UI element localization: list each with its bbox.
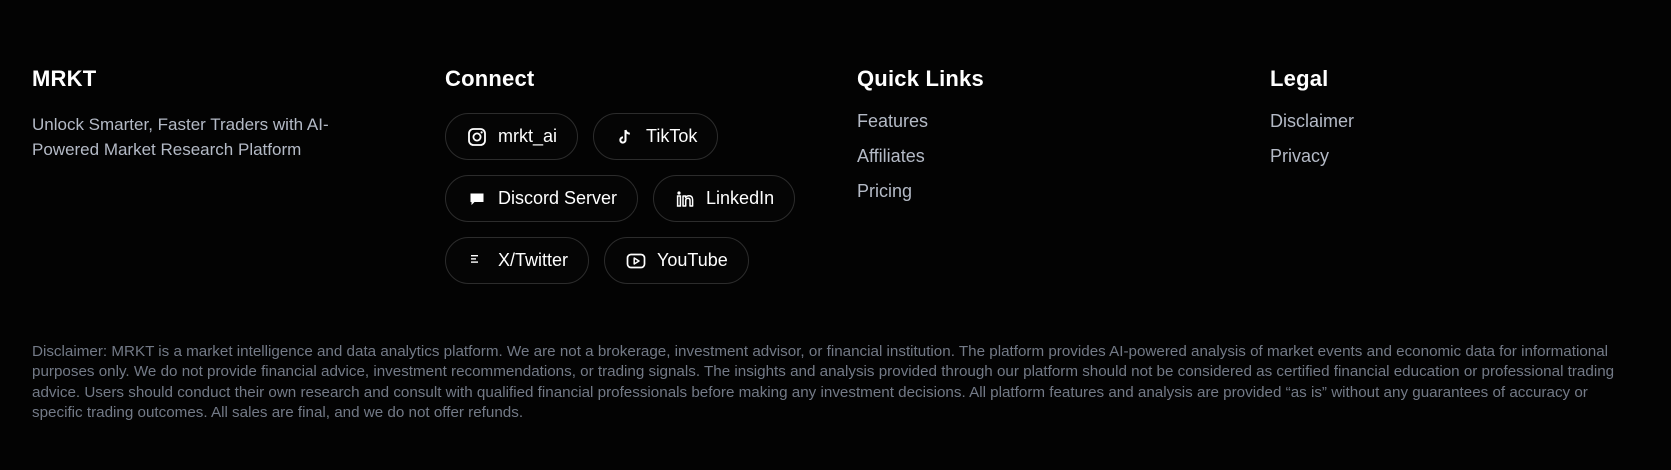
discord-link[interactable]: Discord Server <box>445 175 639 222</box>
site-footer: MRKT Unlock Smarter, Faster Traders with… <box>0 0 1671 470</box>
quick-links-title: Quick Links <box>857 66 984 91</box>
connect-column: Connect mrkt_ai TikTok Discord Server Li… <box>445 64 845 284</box>
privacy-link[interactable]: Privacy <box>1270 144 1570 169</box>
brand-column: MRKT Unlock Smarter, Faster Traders with… <box>32 64 392 162</box>
disclaimer-text: Disclaimer: MRKT is a market intelligenc… <box>32 343 1615 421</box>
brand-tagline: Unlock Smarter, Faster Traders with AI-P… <box>32 115 329 159</box>
linkedin-icon <box>674 188 696 210</box>
discord-icon <box>466 188 488 210</box>
quick-links-list: Features Affiliates Pricing <box>857 109 1157 204</box>
connect-title: Connect <box>445 66 535 91</box>
features-link[interactable]: Features <box>857 109 1157 134</box>
x-twitter-icon <box>466 250 488 272</box>
youtube-icon <box>625 250 647 272</box>
x-twitter-link[interactable]: X/Twitter <box>445 237 590 284</box>
quick-links-column: Quick Links Features Affiliates Pricing <box>857 64 1157 214</box>
affiliates-link[interactable]: Affiliates <box>857 144 1157 169</box>
youtube-link-label: YouTube <box>657 250 728 270</box>
linkedin-link-label: LinkedIn <box>706 188 775 208</box>
brand-title: MRKT <box>32 66 97 91</box>
social-links: mrkt_ai TikTok Discord Server LinkedIn X… <box>445 113 845 299</box>
instagram-icon <box>466 126 488 148</box>
tiktok-link-label: TikTok <box>646 126 698 146</box>
legal-title: Legal <box>1270 66 1329 91</box>
x-twitter-link-label: X/Twitter <box>498 250 569 270</box>
pricing-link[interactable]: Pricing <box>857 179 1157 204</box>
social-row: Discord Server LinkedIn <box>445 175 845 222</box>
disclaimer-link[interactable]: Disclaimer <box>1270 109 1570 134</box>
legal-column: Legal Disclaimer Privacy <box>1270 64 1570 179</box>
linkedin-link[interactable]: LinkedIn <box>653 175 796 222</box>
social-row: mrkt_ai TikTok <box>445 113 845 160</box>
tiktok-link[interactable]: TikTok <box>593 113 719 160</box>
tiktok-icon <box>614 126 636 148</box>
discord-link-label: Discord Server <box>498 188 618 208</box>
youtube-link[interactable]: YouTube <box>604 237 749 284</box>
social-row: X/Twitter YouTube <box>445 237 845 284</box>
legal-links-list: Disclaimer Privacy <box>1270 109 1570 169</box>
instagram-link[interactable]: mrkt_ai <box>445 113 579 160</box>
instagram-link-label: mrkt_ai <box>498 126 558 146</box>
